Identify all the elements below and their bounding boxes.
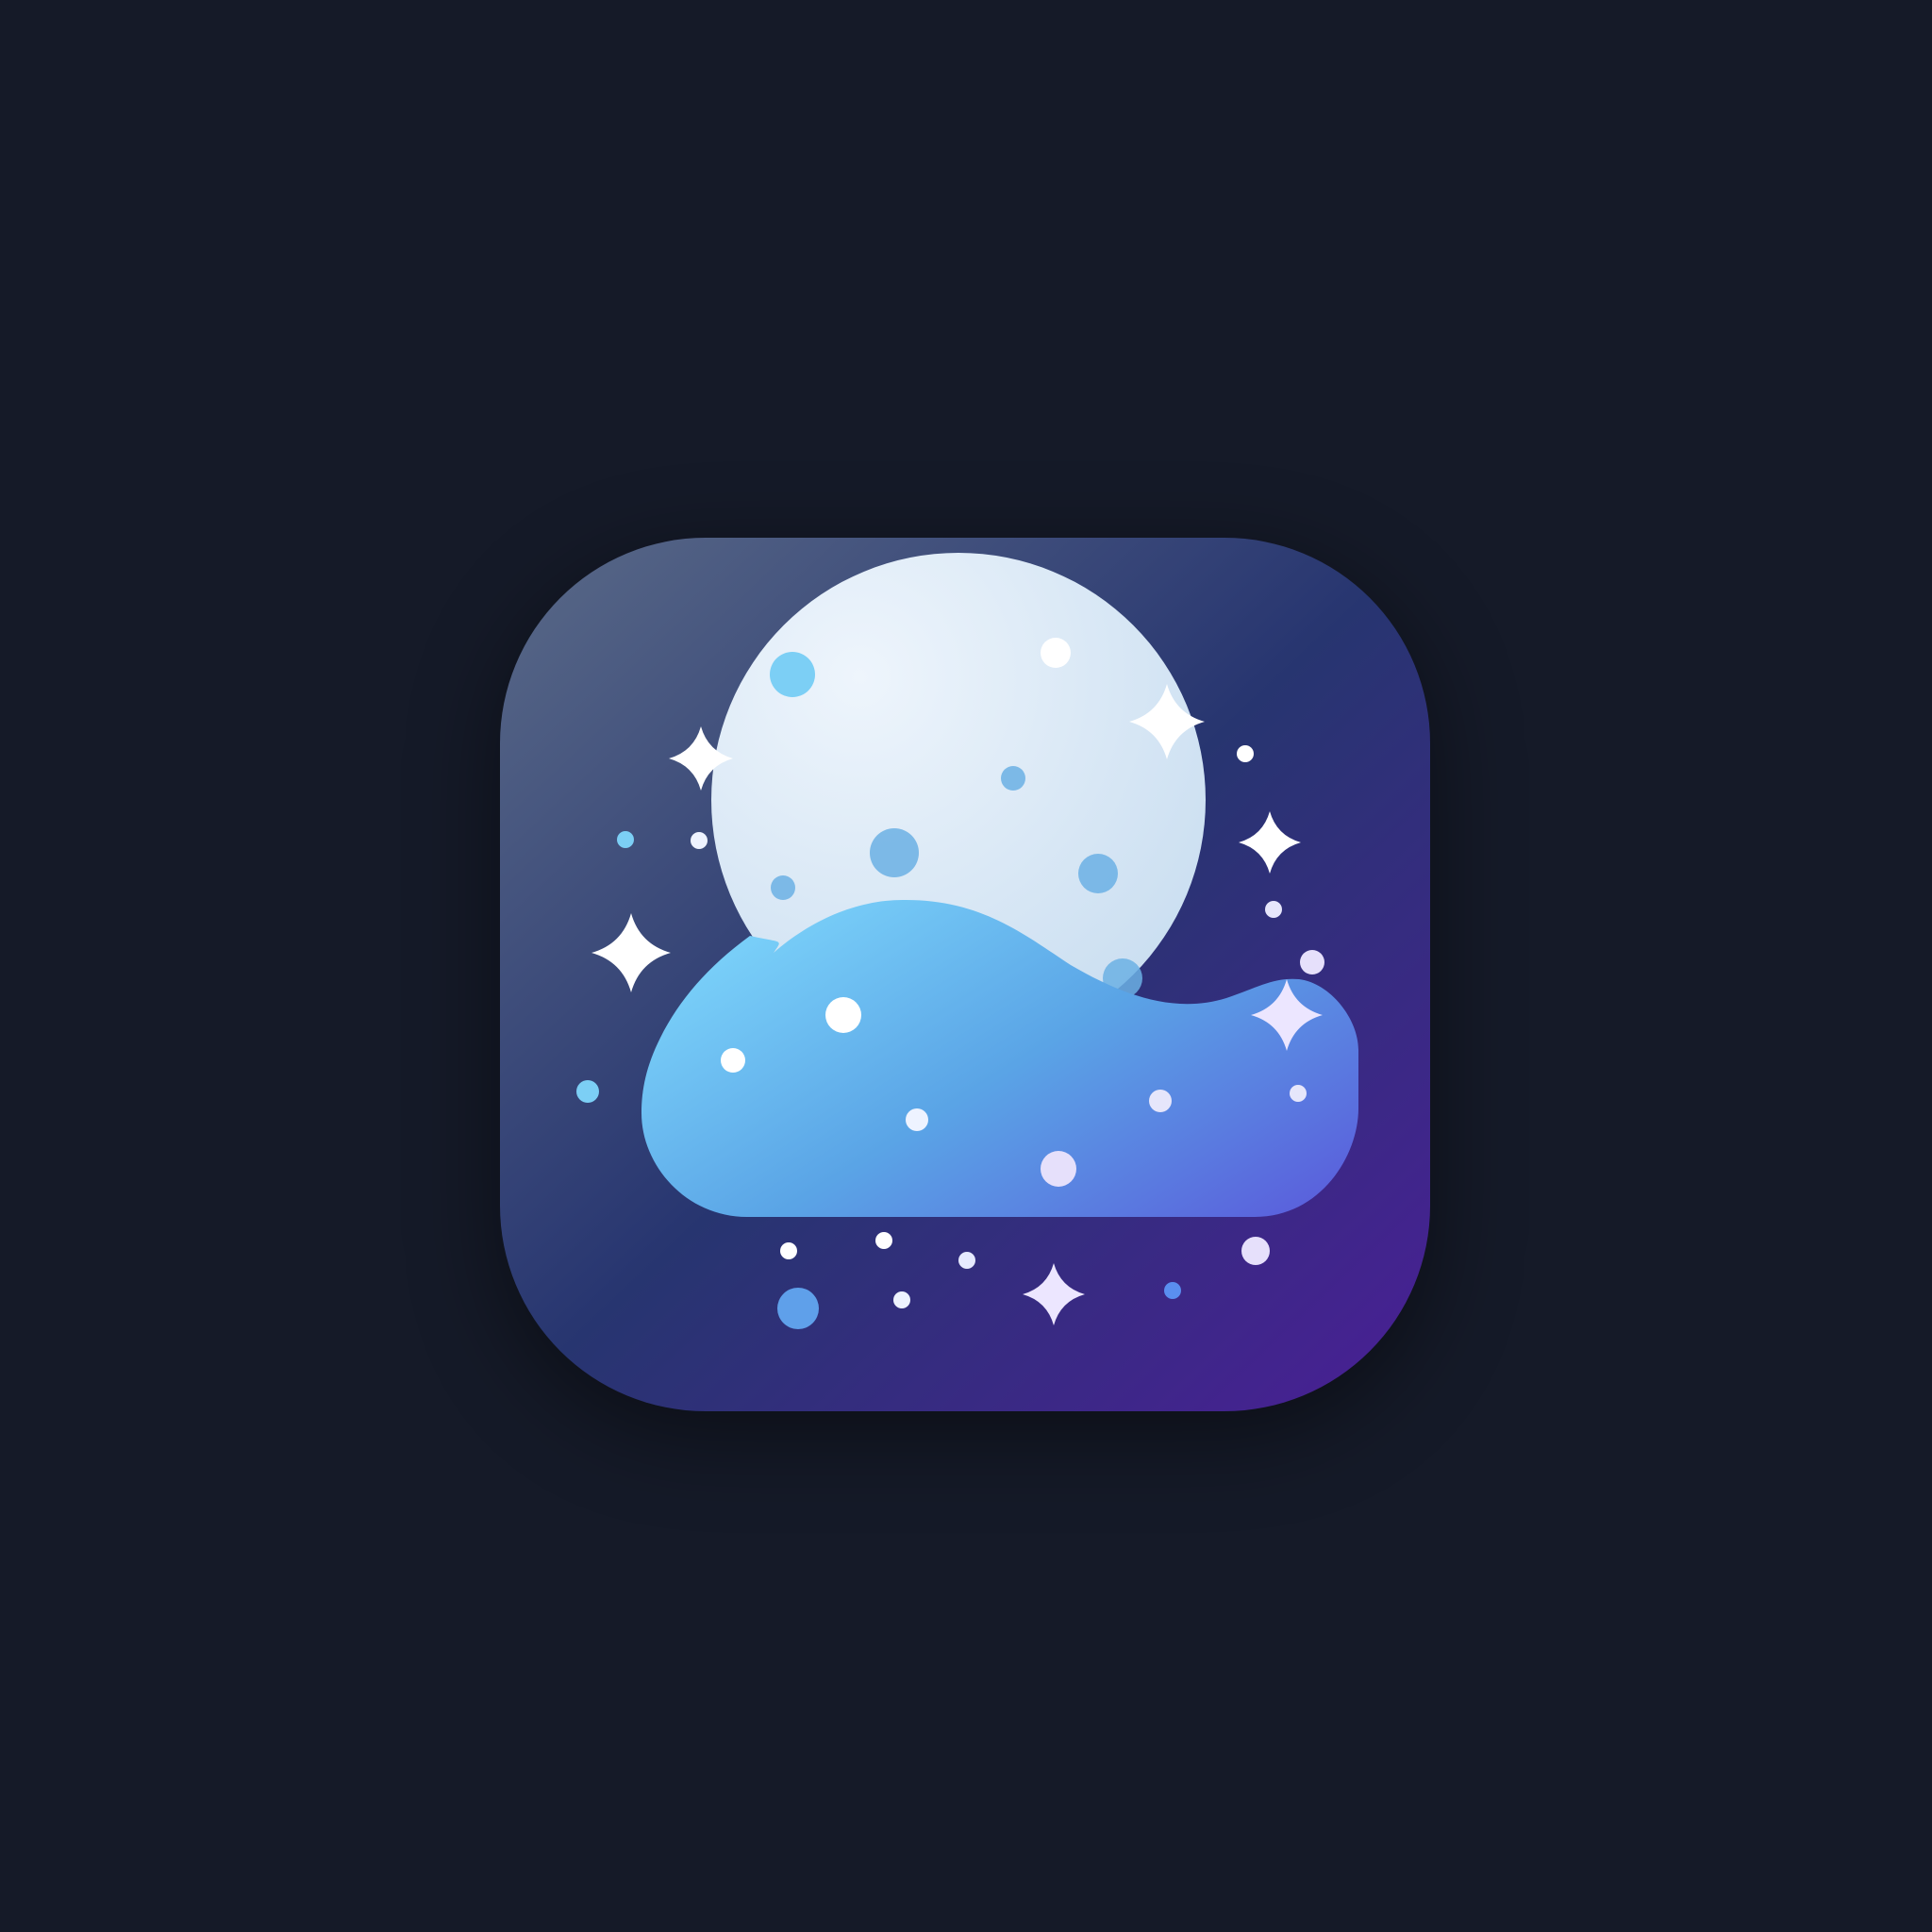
cloud-sparkle-dot <box>825 997 861 1033</box>
star-dot <box>780 1242 797 1259</box>
moon-crater <box>771 875 795 900</box>
moon-crater <box>1078 854 1118 893</box>
cloud-sparkle-dot <box>721 1048 745 1073</box>
star-dot <box>1237 745 1254 762</box>
star-dot <box>1041 638 1071 668</box>
star-dot <box>875 1232 892 1249</box>
star-dot <box>617 831 634 848</box>
star-dot <box>1241 1237 1270 1265</box>
cloud-sparkle-dot <box>1041 1151 1076 1187</box>
star-dot <box>1265 901 1282 918</box>
star-dot <box>1164 1282 1181 1299</box>
star-dot <box>576 1080 599 1103</box>
star-dot <box>893 1291 910 1308</box>
star-dot <box>777 1288 819 1329</box>
star-dot <box>1300 950 1324 974</box>
moon-cloud-stars-icon <box>500 538 1430 1411</box>
moon-crater <box>1001 766 1025 791</box>
moon-crater <box>870 828 919 877</box>
star-dot <box>770 652 815 697</box>
star-dot <box>958 1252 975 1269</box>
star-dot <box>1290 1085 1307 1102</box>
app-icon[interactable] <box>500 538 1430 1411</box>
cloud-sparkle-dot <box>1149 1090 1172 1112</box>
cloud-sparkle-dot <box>906 1108 928 1131</box>
star-dot <box>691 832 708 849</box>
icon-canvas <box>0 0 1932 1932</box>
